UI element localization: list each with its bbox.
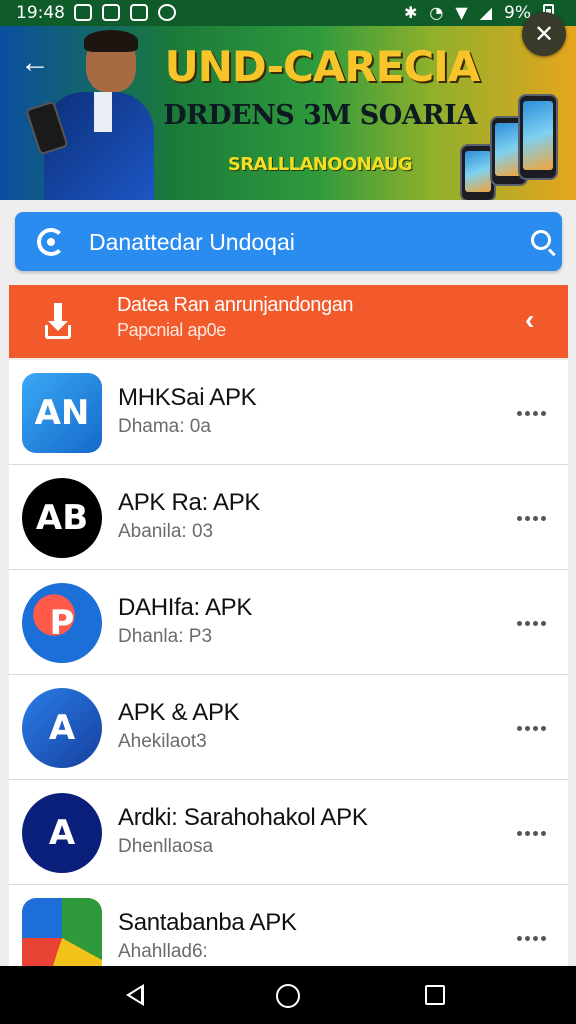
app-subtitle: Ahahllad6: bbox=[118, 941, 208, 962]
smartphones-image bbox=[460, 94, 558, 200]
app-name: Ardki: Sarahohakol APK bbox=[118, 804, 368, 831]
more-options-icon[interactable] bbox=[509, 715, 553, 741]
search-icon[interactable] bbox=[531, 230, 551, 250]
app-list: AN MHKSai APK Dhama: 0a AB APK Ra: APK A… bbox=[9, 360, 568, 966]
section-subtitle: Papcnial ap0e bbox=[117, 320, 226, 340]
list-item[interactable]: AN MHKSai APK Dhama: 0a bbox=[9, 360, 568, 465]
app-name: DAHIfa: APK bbox=[118, 594, 253, 621]
list-item[interactable]: Santabanba APK Ahahllad6: bbox=[9, 885, 568, 966]
more-options-icon[interactable] bbox=[509, 820, 553, 846]
search-input[interactable] bbox=[89, 222, 489, 262]
nav-home-icon[interactable] bbox=[276, 984, 300, 1008]
app-name: Santabanba APK bbox=[118, 909, 297, 936]
app-subtitle: Abanila: 03 bbox=[118, 521, 214, 542]
chevron-left-icon[interactable]: ‹ bbox=[525, 303, 534, 337]
app-icon: A bbox=[22, 688, 102, 768]
app-icon bbox=[22, 898, 102, 966]
status-time: 19:48 bbox=[16, 3, 65, 23]
app-icon: A bbox=[22, 793, 102, 873]
app-icon: AB bbox=[22, 478, 102, 558]
promo-person-image bbox=[25, 30, 154, 200]
status-bar: 19:48 ✱ ◔ ▼ ◢ 9% bbox=[0, 0, 576, 26]
close-button[interactable]: ✕ bbox=[522, 12, 566, 56]
list-item[interactable]: A Ardki: Sarahohakol APK Dhenllaosa bbox=[9, 780, 568, 885]
app-subtitle: Ahekilaot3 bbox=[118, 731, 207, 752]
app-name: APK & APK bbox=[118, 699, 240, 726]
notification-edit-icon bbox=[102, 4, 120, 21]
alarm-icon: ◔ bbox=[429, 3, 444, 22]
close-icon: ✕ bbox=[533, 20, 555, 48]
notification-message-icon bbox=[130, 4, 148, 21]
app-subtitle: Dhanla: P3 bbox=[118, 626, 213, 647]
nav-back-icon[interactable] bbox=[126, 984, 144, 1006]
lifebuoy-icon bbox=[37, 228, 65, 256]
search-bar[interactable] bbox=[15, 212, 562, 271]
wifi-icon: ▼ bbox=[455, 3, 468, 22]
download-icon bbox=[43, 301, 73, 339]
promo-banner[interactable]: ← UND-CARECIA DRDENS 3M SOARIA SRALLLANO… bbox=[0, 26, 576, 200]
banner-subtitle: DRDENS 3M SOARIA bbox=[163, 100, 477, 131]
app-icon: AN bbox=[22, 373, 102, 453]
app-subtitle: Dhama: 0a bbox=[118, 416, 211, 437]
list-item[interactable]: AB APK Ra: APK Abanila: 03 bbox=[9, 465, 568, 570]
more-options-icon[interactable] bbox=[509, 610, 553, 636]
section-header[interactable]: Datea Ran anrunjandongan Papcnial ap0e ‹ bbox=[9, 285, 568, 358]
list-item[interactable]: P DAHIfa: APK Dhanla: P3 bbox=[9, 570, 568, 675]
notification-icons bbox=[74, 4, 176, 21]
system-navigation-bar bbox=[0, 966, 576, 1024]
banner-title: UND-CARECIA bbox=[164, 42, 481, 91]
app-icon: P bbox=[22, 583, 102, 663]
app-name: APK Ra: APK bbox=[118, 489, 261, 516]
more-options-icon[interactable] bbox=[509, 505, 553, 531]
more-options-icon[interactable] bbox=[509, 925, 553, 951]
notification-app-icon bbox=[74, 4, 92, 21]
signal-icon: ◢ bbox=[479, 3, 493, 22]
app-name: MHKSai APK bbox=[118, 384, 257, 411]
list-item[interactable]: A APK & APK Ahekilaot3 bbox=[9, 675, 568, 780]
notification-sync-icon bbox=[158, 4, 176, 21]
app-subtitle: Dhenllaosa bbox=[118, 836, 214, 857]
more-options-icon[interactable] bbox=[509, 400, 553, 426]
screen: 19:48 ✱ ◔ ▼ ◢ 9% ← UND-CARECIA DRDENS 3M… bbox=[0, 0, 576, 1024]
bluetooth-icon: ✱ bbox=[404, 3, 418, 22]
banner-tagline: SRALLLANOONAUG bbox=[227, 154, 413, 175]
nav-recent-apps-icon[interactable] bbox=[425, 985, 445, 1005]
section-title: Datea Ran anrunjandongan bbox=[117, 294, 354, 316]
